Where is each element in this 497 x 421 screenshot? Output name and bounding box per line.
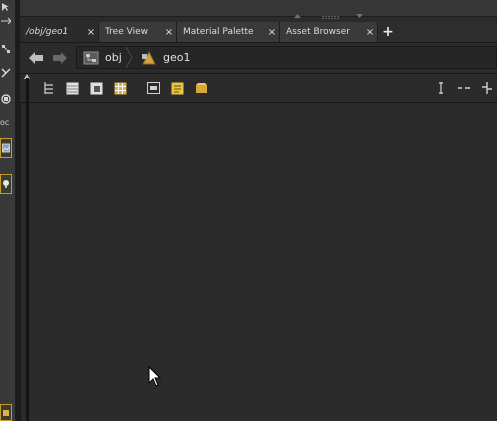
select-tool-icon[interactable] — [0, 0, 12, 14]
tab-tree-view[interactable]: Tree View × — [99, 22, 177, 42]
light-tool-icon[interactable] — [0, 174, 12, 194]
parameters-icon[interactable] — [146, 81, 160, 95]
collapse-down-icon[interactable] — [356, 14, 363, 20]
handle-tool-icon[interactable] — [0, 42, 12, 56]
details-view-icon[interactable] — [89, 81, 103, 95]
pane-tab-bar: /obj/geo1 × Tree View × Material Palette… — [20, 22, 497, 43]
back-arrow-icon[interactable] — [28, 51, 44, 65]
collapse-up-icon[interactable] — [294, 14, 301, 20]
forward-arrow-icon[interactable] — [52, 51, 68, 65]
bottom-shelf-icon[interactable] — [0, 404, 12, 421]
tab-close-icon[interactable]: × — [363, 27, 377, 38]
crumb-obj[interactable]: obj — [83, 47, 122, 68]
crumb-separator-icon — [125, 47, 133, 68]
crumb-label: obj — [105, 51, 122, 64]
view-tool-icon[interactable] — [0, 92, 12, 106]
left-scroll-track[interactable] — [26, 78, 29, 421]
pane-top-gutter — [20, 0, 497, 20]
tab-label: Asset Browser — [286, 27, 350, 37]
render-view-icon[interactable] — [0, 138, 12, 158]
tab-label: /obj/geo1 — [26, 27, 69, 37]
edit-tool-icon[interactable] — [0, 66, 12, 80]
tab-material-palette[interactable]: Material Palette × — [177, 22, 280, 42]
tab-close-icon[interactable]: × — [162, 27, 176, 38]
tab-label: Material Palette — [183, 27, 254, 37]
tab-obj-geo1[interactable]: /obj/geo1 × — [20, 22, 99, 42]
align-horizontal-icon[interactable] — [457, 81, 471, 95]
houdini-window: oc /obj/geo1 × Tree View × Material Pale… — [0, 0, 497, 421]
tree-layout-icon[interactable] — [42, 81, 56, 95]
network-editor-pane: /obj/geo1 × Tree View × Material Palette… — [20, 22, 497, 421]
tab-close-icon[interactable]: × — [84, 27, 98, 38]
add-tab-button[interactable]: + — [378, 22, 398, 42]
sticky-note-icon[interactable] — [170, 81, 184, 95]
align-vertical-icon[interactable] — [434, 81, 448, 95]
network-path-field[interactable]: obj geo1 — [76, 46, 497, 69]
geometry-node-icon — [141, 50, 157, 66]
obj-network-icon — [83, 50, 99, 66]
left-shelf-toolbar: oc — [0, 0, 16, 421]
mouse-cursor-icon — [148, 366, 162, 387]
path-bar: obj geo1 — [20, 43, 497, 74]
crumb-label: geo1 — [163, 51, 191, 64]
tab-close-icon[interactable]: × — [265, 27, 279, 38]
move-tool-icon[interactable] — [0, 14, 12, 28]
network-box-icon[interactable] — [194, 81, 208, 95]
network-toolbar — [20, 74, 497, 103]
grid-view-icon[interactable] — [113, 81, 127, 95]
shelf-text-label: oc — [0, 118, 10, 127]
crumb-geo1[interactable]: geo1 — [141, 47, 190, 68]
tab-label: Tree View — [105, 27, 148, 37]
network-canvas[interactable] — [20, 103, 497, 421]
list-view-icon[interactable] — [65, 81, 79, 95]
tab-asset-browser[interactable]: Asset Browser × — [280, 22, 378, 42]
layout-options-icon[interactable] — [480, 81, 494, 95]
